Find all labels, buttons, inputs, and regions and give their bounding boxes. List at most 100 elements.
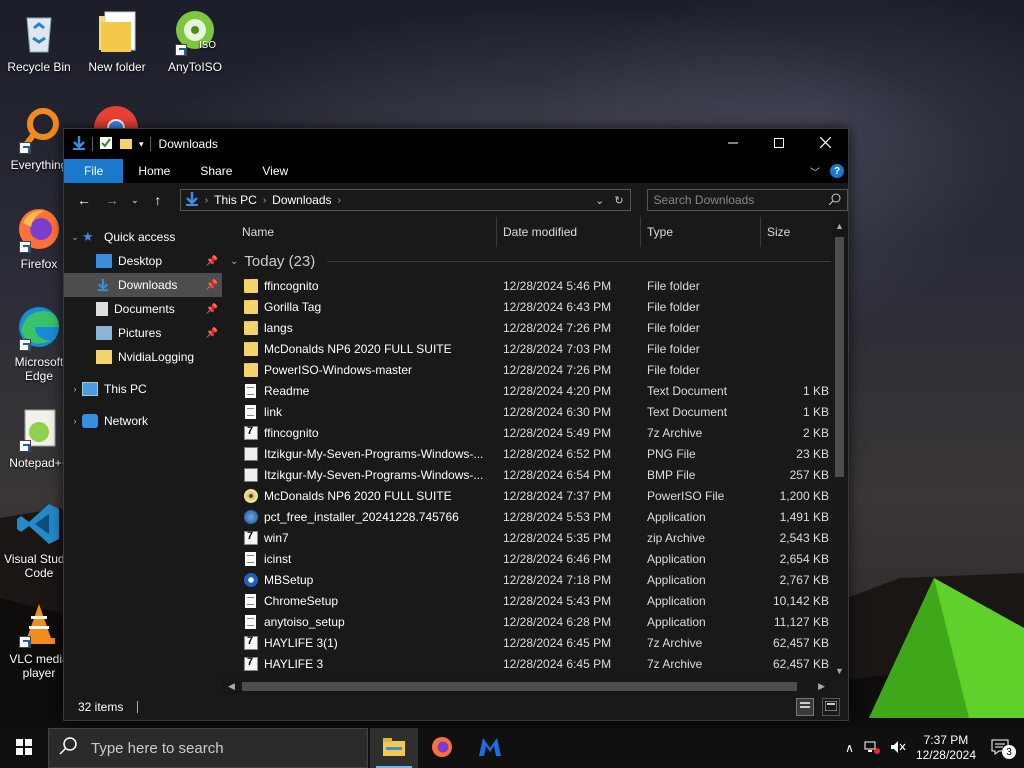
scroll-thumb[interactable] (242, 682, 797, 691)
desktop-icon-new-folder[interactable]: New folder (79, 8, 155, 74)
start-button[interactable] (0, 728, 48, 768)
expand-chevron-icon[interactable]: › (68, 384, 82, 394)
tab-share[interactable]: Share (185, 159, 247, 183)
taskbar-search-box[interactable]: Type here to search (48, 728, 368, 768)
table-row[interactable]: link 12/28/2024 6:30 PM Text Document 1 KB (222, 401, 848, 422)
img-icon (244, 446, 258, 461)
desktop-icon-recycle-bin[interactable]: Recycle Bin (1, 8, 77, 74)
address-bar[interactable]: › This PC › Downloads › ⌄ ↻ (179, 189, 631, 211)
wallpaper-tent (869, 578, 1024, 718)
forward-button[interactable]: → (100, 188, 124, 212)
refresh-icon[interactable]: ↻ (614, 194, 623, 207)
table-row[interactable]: McDonalds NP6 2020 FULL SUITE 12/28/2024 … (222, 485, 848, 506)
table-row[interactable]: ffincognito 12/28/2024 5:46 PM File folder (222, 275, 848, 296)
taskbar-search-input[interactable]: Type here to search (91, 740, 224, 757)
column-date-modified[interactable]: Date modified (497, 217, 641, 247)
table-row[interactable]: HAYLIFE 3 12/28/2024 6:45 PM 7z Archive 62,… (222, 653, 848, 674)
pin-icon[interactable]: 📌 (206, 328, 218, 339)
table-row[interactable]: Gorilla Tag 12/28/2024 6:43 PM File folder (222, 296, 848, 317)
table-row[interactable]: Readme 12/28/2024 4:20 PM Text Document 1 K… (222, 380, 848, 401)
maximize-button[interactable] (756, 129, 802, 159)
nav-desktop[interactable]: Desktop 📌 (64, 249, 222, 273)
sevenz-icon (244, 656, 258, 671)
table-row[interactable]: Itzikgur-My-Seven-Programs-Windows-... 12… (222, 443, 848, 464)
nav-label: This PC (104, 382, 147, 396)
help-icon[interactable]: ? (830, 164, 844, 178)
breadcrumb-this-pc[interactable]: This PC (214, 193, 257, 207)
title-bar[interactable]: ▾ Downloads (64, 129, 848, 159)
desktop-icon-anytoiso[interactable]: ISO AnyToISO (157, 8, 233, 74)
breadcrumb-downloads[interactable]: Downloads (272, 193, 331, 207)
nav-network[interactable]: › Network (64, 409, 222, 433)
recent-locations-button[interactable]: ⌄ (128, 188, 142, 212)
table-row[interactable]: pct_free_installer_20241228.745766 12/28/… (222, 506, 848, 527)
cell-size: 1,200 KB (779, 488, 829, 503)
qat-dropdown-icon[interactable]: ▾ (139, 139, 144, 150)
scroll-up-icon[interactable]: ▲ (835, 221, 844, 231)
expand-chevron-icon[interactable]: › (68, 416, 82, 426)
table-row[interactable]: win7 12/28/2024 5:35 PM zip Archive 2,543 K… (222, 527, 848, 548)
nav-this-pc[interactable]: › This PC (64, 377, 222, 401)
nav-documents[interactable]: Documents 📌 (64, 297, 222, 321)
column-name[interactable]: Name (222, 217, 497, 247)
show-hidden-icons-icon[interactable]: ∧ (845, 741, 854, 755)
table-row[interactable]: PowerISO-Windows-master 12/28/2024 7:26 P… (222, 359, 848, 380)
table-row[interactable]: langs 12/28/2024 7:26 PM File folder (222, 317, 848, 338)
expand-ribbon-icon[interactable]: ﹀ (810, 164, 820, 179)
cell-type: 7z Archive (647, 425, 703, 440)
doc-icon (245, 593, 256, 608)
file-explorer-window[interactable]: ▾ Downloads File Home Share View ﹀ ? ← →… (63, 128, 849, 721)
pin-icon[interactable]: 📌 (206, 304, 218, 315)
table-row[interactable]: McDonalds NP6 2020 FULL SUITE 12/28/2024 … (222, 338, 848, 359)
scroll-left-icon[interactable]: ◀ (228, 681, 235, 692)
file-name: ChromeSetup (264, 593, 339, 608)
properties-icon[interactable] (99, 136, 113, 153)
nav-nvidialogging[interactable]: NvidiaLogging (64, 345, 222, 369)
search-box[interactable]: Search Downloads (646, 189, 849, 211)
scroll-down-icon[interactable]: ▼ (835, 666, 844, 676)
close-button[interactable] (802, 129, 848, 159)
group-header-today[interactable]: ⌄ Today (23) (222, 247, 848, 275)
taskbar-file-explorer[interactable] (370, 728, 418, 768)
table-row[interactable]: ChromeSetup 12/28/2024 5:43 PM Application… (222, 590, 848, 611)
tab-view[interactable]: View (247, 159, 303, 183)
new-folder-icon[interactable] (119, 136, 133, 153)
nav-downloads[interactable]: Downloads 📌 (64, 273, 222, 297)
column-size[interactable]: Size (761, 217, 833, 247)
search-input[interactable]: Search Downloads (654, 193, 755, 207)
cell-size: 62,457 KB (772, 635, 829, 650)
expand-chevron-icon[interactable]: ⌄ (68, 232, 82, 243)
details-view-button[interactable] (796, 698, 814, 716)
desktop-icon-chrome[interactable] (92, 104, 140, 128)
horizontal-scrollbar[interactable]: ◀ ▶ (222, 678, 831, 694)
column-type[interactable]: Type (641, 217, 761, 247)
tab-home[interactable]: Home (123, 159, 185, 183)
large-icons-view-button[interactable] (822, 698, 840, 716)
tab-file[interactable]: File (64, 159, 124, 183)
scroll-thumb[interactable] (835, 237, 844, 477)
table-row[interactable]: anytoiso_setup 12/28/2024 6:28 PM Applicat… (222, 611, 848, 632)
clock[interactable]: 7:37 PM 12/28/2024 (916, 733, 976, 763)
nav-quick-access[interactable]: ⌄ ★ Quick access (64, 225, 222, 249)
taskbar-firefox[interactable] (418, 728, 466, 768)
collapse-chevron-icon[interactable]: ⌄ (230, 256, 238, 267)
vertical-scrollbar[interactable]: ▲ ▼ (831, 217, 848, 678)
table-row[interactable]: icinst 12/28/2024 6:46 PM Application 2,654… (222, 548, 848, 569)
volume-muted-icon[interactable] (890, 740, 906, 757)
pin-icon[interactable]: 📌 (206, 280, 218, 291)
table-row[interactable]: Itzikgur-My-Seven-Programs-Windows-... 12… (222, 464, 848, 485)
table-row[interactable]: MBSetup 12/28/2024 7:18 PM Application 2,76… (222, 569, 848, 590)
taskbar-malwarebytes[interactable] (466, 728, 514, 768)
minimize-button[interactable] (710, 129, 756, 159)
pin-icon[interactable]: 📌 (206, 256, 218, 267)
nav-pictures[interactable]: Pictures 📌 (64, 321, 222, 345)
address-dropdown-icon[interactable]: ⌄ (595, 194, 604, 207)
scroll-right-icon[interactable]: ▶ (818, 681, 825, 692)
network-status-icon[interactable] (864, 740, 880, 757)
table-row[interactable]: ffincognito 12/28/2024 5:49 PM 7z Archive 2… (222, 422, 848, 443)
cell-type: Application (647, 572, 706, 587)
table-row[interactable]: HAYLIFE 3(1) 12/28/2024 6:45 PM 7z Archive… (222, 632, 848, 653)
back-button[interactable]: ← (72, 188, 96, 212)
action-center-button[interactable]: 3 (986, 734, 1016, 762)
up-button[interactable]: ↑ (146, 188, 170, 212)
